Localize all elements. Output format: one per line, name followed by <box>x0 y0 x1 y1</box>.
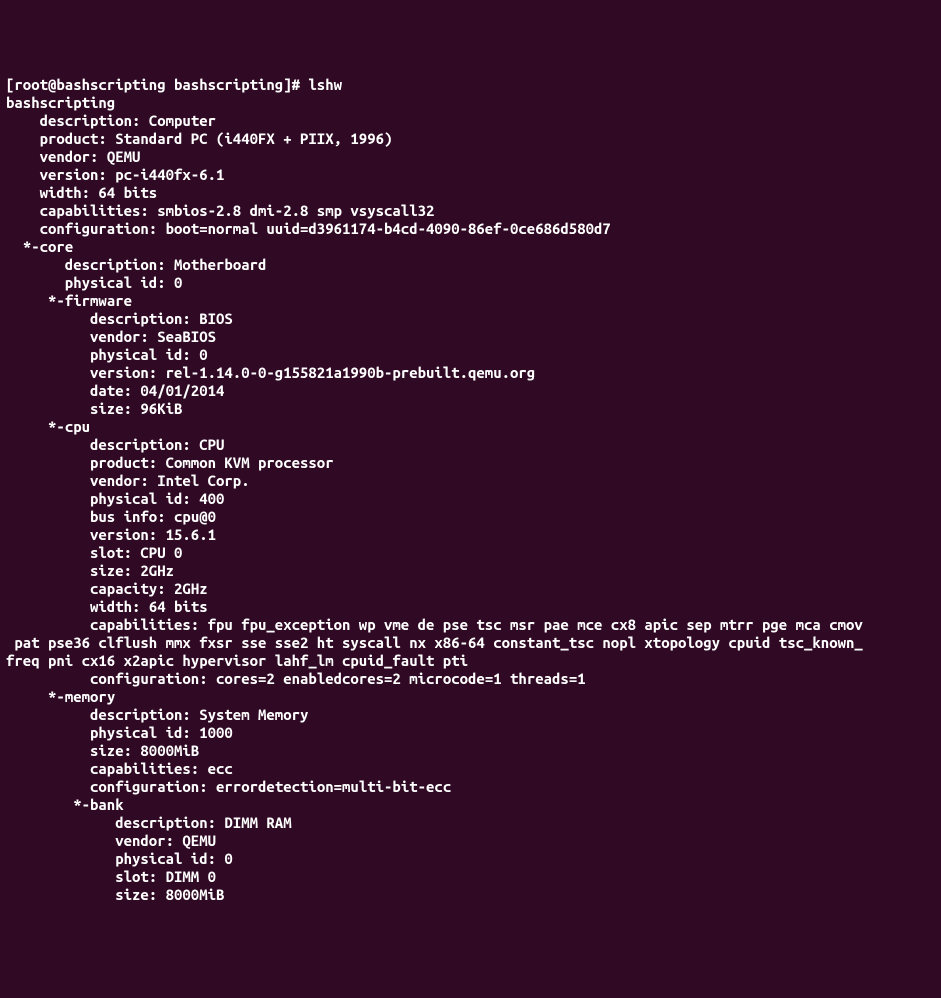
cpu-slot: CPU 0 <box>140 544 182 561</box>
firmware-description: BIOS <box>199 310 233 327</box>
firmware-date: 04/01/2014 <box>140 382 224 399</box>
firmware-header: *-firmware <box>48 292 132 309</box>
cpu-bus-info: cpu@0 <box>174 508 216 525</box>
cpu-capabilities-line2: pat pse36 clflush mmx fxsr sse sse2 ht s… <box>6 634 863 651</box>
cpu-physical-id: 400 <box>199 490 224 507</box>
bank-slot: DIMM 0 <box>166 868 216 885</box>
memory-size: 8000MiB <box>140 742 199 759</box>
root-vendor: QEMU <box>107 148 141 165</box>
cpu-capabilities-line1: capabilities: fpu fpu_exception wp vme d… <box>6 616 863 633</box>
memory-physical-id: 1000 <box>199 724 233 741</box>
firmware-version: rel-1.14.0-0-g155821a1990b-prebuilt.qemu… <box>166 364 536 381</box>
memory-header: *-memory <box>48 688 115 705</box>
prompt-line: [root@bashscripting bashscripting]# lshw <box>6 76 342 93</box>
core-header: *-core <box>23 238 73 255</box>
memory-configuration: errordetection=multi-bit-ecc <box>216 778 451 795</box>
terminal-output[interactable]: [root@bashscripting bashscripting]# lshw… <box>6 76 935 904</box>
root-version: pc-i440fx-6.1 <box>115 166 224 183</box>
bank-physical-id: 0 <box>224 850 232 867</box>
firmware-vendor: SeaBIOS <box>157 328 216 345</box>
core-physical-id: 0 <box>174 274 182 291</box>
firmware-physical-id: 0 <box>199 346 207 363</box>
root-width: 64 bits <box>98 184 157 201</box>
shell-prompt: [root@bashscripting bashscripting]# <box>6 76 308 93</box>
cpu-size: 2GHz <box>140 562 174 579</box>
bank-description: DIMM RAM <box>224 814 291 831</box>
root-description: Computer <box>149 112 216 129</box>
typed-command: lshw <box>308 76 342 93</box>
cpu-header: *-cpu <box>48 418 90 435</box>
cpu-width: 64 bits <box>149 598 208 615</box>
memory-capabilities: ecc <box>208 760 233 777</box>
cpu-description: CPU <box>199 436 224 453</box>
root-configuration: boot=normal uuid=d3961174-b4cd-4090-86ef… <box>166 220 611 237</box>
bank-size: 8000MiB <box>166 886 225 903</box>
hostname-line: bashscripting <box>6 94 115 111</box>
bank-header: *-bank <box>73 796 123 813</box>
core-description: Motherboard <box>174 256 266 273</box>
firmware-size: 96KiB <box>140 400 182 417</box>
cpu-capacity: 2GHz <box>174 580 208 597</box>
cpu-product: Common KVM processor <box>166 454 334 471</box>
memory-description: System Memory <box>199 706 308 723</box>
cpu-configuration: cores=2 enabledcores=2 microcode=1 threa… <box>216 670 586 687</box>
root-capabilities: smbios-2.8 dmi-2.8 smp vsyscall32 <box>157 202 434 219</box>
cpu-vendor: Intel Corp. <box>157 472 249 489</box>
cpu-capabilities-line3: freq pni cx16 x2apic hypervisor lahf_lm … <box>6 652 468 669</box>
cpu-version: 15.6.1 <box>166 526 216 543</box>
root-product: Standard PC (i440FX + PIIX, 1996) <box>115 130 392 147</box>
bank-vendor: QEMU <box>182 832 216 849</box>
